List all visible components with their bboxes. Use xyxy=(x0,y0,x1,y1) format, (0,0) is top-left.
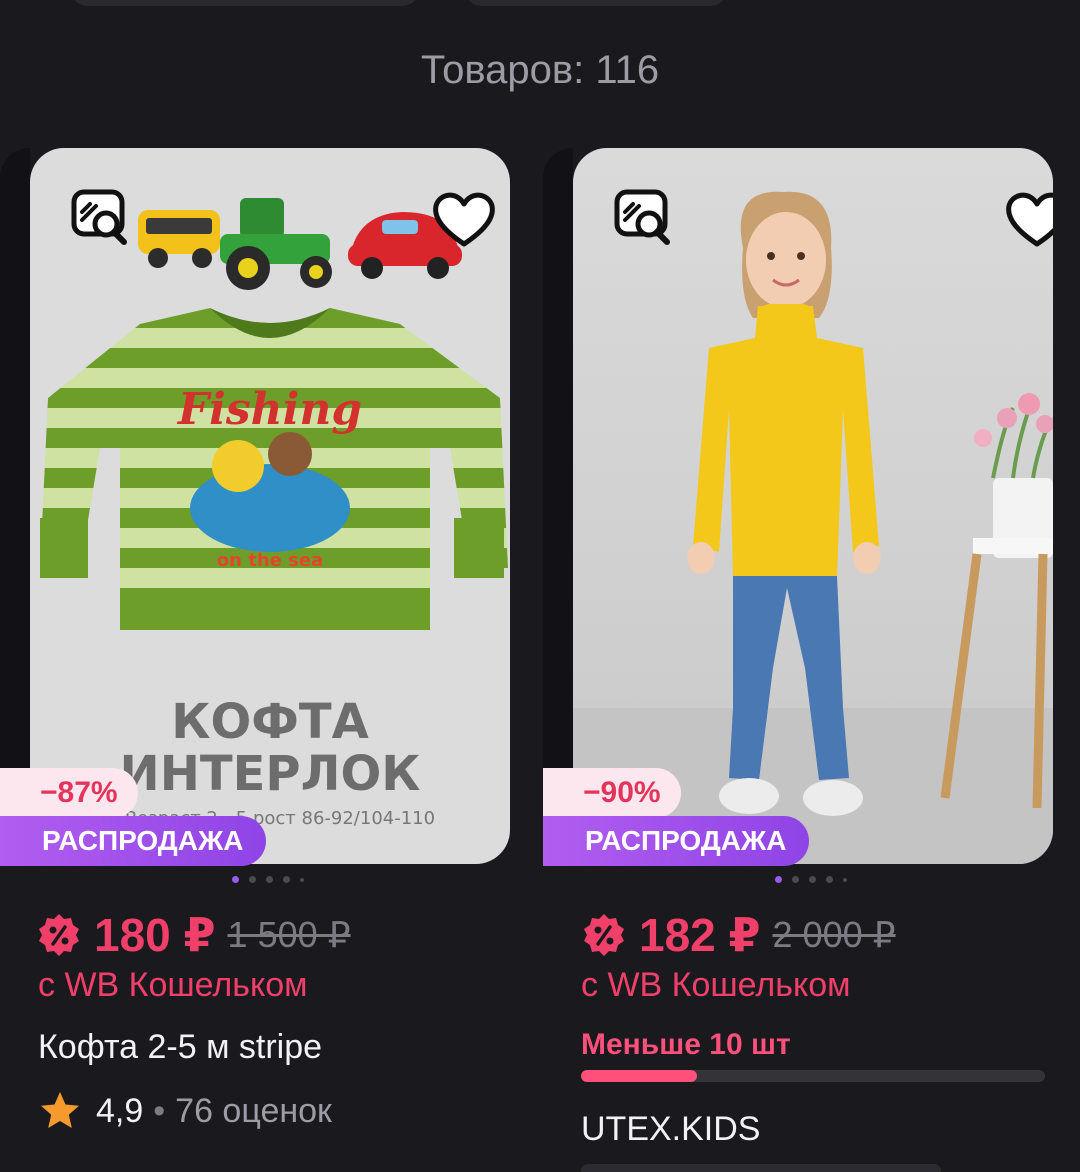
product-photo[interactable]: Fishing on the sea КОФТА ИНТЕРЛОК Возрас… xyxy=(30,148,510,864)
girl-in-turtleneck-image xyxy=(573,191,1053,864)
wallet-discount-icon xyxy=(39,914,79,956)
sweater-product-image: Fishing on the sea КОФТА ИНТЕРЛОК Возрас… xyxy=(40,198,508,829)
stock-label: Меньше 10 шт xyxy=(581,1028,791,1061)
similar-search-icon[interactable] xyxy=(70,188,132,250)
product-photo[interactable] xyxy=(573,148,1053,864)
photo-pager xyxy=(232,876,304,883)
sale-badge: РАСПРОДАЖА xyxy=(0,816,266,866)
image-title-line1: КОФТА xyxy=(171,694,369,750)
old-price: 2 000 ₽ xyxy=(772,914,896,955)
wallet-discount-icon xyxy=(584,914,624,956)
filter-chip[interactable] xyxy=(70,0,420,6)
results-count: Товаров: 116 xyxy=(420,48,660,92)
heart-icon[interactable] xyxy=(430,188,498,250)
card-edge xyxy=(0,148,30,864)
rating-value: 4,9 xyxy=(96,1091,144,1130)
wallet-label: с WB Кошельком xyxy=(581,966,851,1004)
product-card[interactable]: −90% РАСПРОДАЖА 182 ₽ 2 000 ₽ с WB Кошел… xyxy=(543,148,1053,1172)
price: 182 ₽ xyxy=(639,909,761,961)
price: 180 ₽ xyxy=(94,909,216,961)
star-icon xyxy=(41,1092,79,1128)
price-row: 182 ₽ 2 000 ₽ xyxy=(581,908,896,962)
reviews-count: 76 оценок xyxy=(175,1091,332,1130)
toy-bus-image xyxy=(138,210,220,268)
product-card[interactable]: Fishing on the sea КОФТА ИНТЕРЛОК Возрас… xyxy=(0,148,510,1130)
brand-name[interactable]: UTEX.KIDS xyxy=(581,1110,760,1149)
discount-badge: −90% xyxy=(543,768,681,818)
sort-chip[interactable] xyxy=(464,0,728,6)
stock-bar-fill xyxy=(581,1070,697,1082)
product-name[interactable]: Кофта 2-5 м stripe xyxy=(38,1028,322,1067)
heart-icon[interactable] xyxy=(1003,188,1053,250)
stock-bar xyxy=(581,1070,1045,1082)
product-name-cut xyxy=(581,1164,941,1172)
wallet-label: с WB Кошельком xyxy=(38,966,308,1004)
image-title-line2: ИНТЕРЛОК xyxy=(120,746,421,802)
similar-search-icon[interactable] xyxy=(613,188,675,250)
card-edge xyxy=(543,148,573,864)
photo-pager xyxy=(775,876,847,883)
sale-badge: РАСПРОДАЖА xyxy=(543,816,809,866)
print-sub-text: on the sea xyxy=(217,550,323,571)
rating-row: 4,9 • 76 оценок xyxy=(38,1090,332,1132)
rating-separator: • xyxy=(153,1091,166,1130)
price-row: 180 ₽ 1 500 ₽ xyxy=(36,908,351,962)
old-price: 1 500 ₽ xyxy=(227,914,351,955)
print-title-text: Fishing xyxy=(176,384,362,435)
discount-badge: −87% xyxy=(0,768,138,818)
toy-tractor-image xyxy=(220,198,332,290)
